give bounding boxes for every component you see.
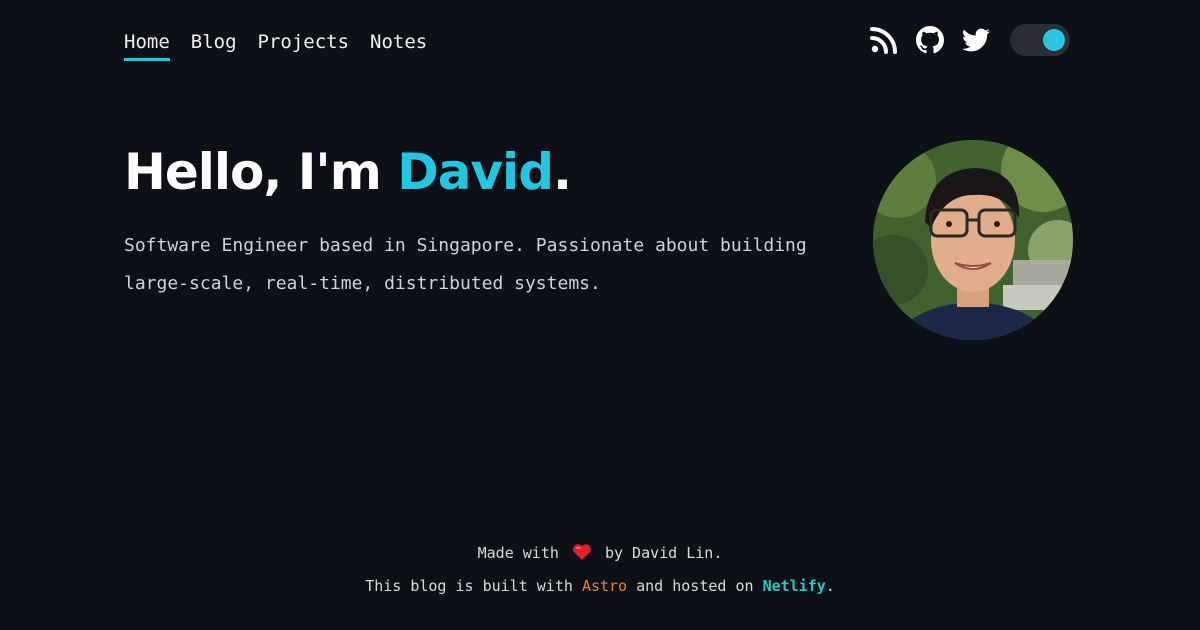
twitter-icon[interactable] [962,26,990,54]
nav-blog[interactable]: Blog [191,28,237,61]
hero-greeting: Hello, I'm [124,143,382,201]
hero-description: Software Engineer based in Singapore. Pa… [124,235,807,294]
hero-name: David [397,143,554,201]
footer-built-with: This blog is built with [365,577,573,595]
nav-home[interactable]: Home [124,28,170,61]
rss-icon[interactable] [870,26,898,54]
footer-line-1: Made with by David Lin. [0,537,1200,570]
footer-hosted-on: and hosted on [636,577,754,595]
main-nav: Home Blog Projects Notes [124,28,427,61]
toggle-knob [1043,29,1065,51]
footer: Made with by David Lin. This blog is bui… [0,537,1200,603]
nav-projects[interactable]: Projects [258,28,350,61]
nav-notes[interactable]: Notes [370,28,427,61]
astro-link[interactable]: Astro [582,577,627,595]
footer-author: by David Lin. [604,544,723,562]
header-actions [870,23,1070,57]
theme-toggle[interactable] [1010,24,1070,56]
github-icon[interactable] [916,26,944,54]
footer-line-2: This blog is built with Astro and hosted… [0,570,1200,603]
footer-period: . [825,577,835,595]
footer-made-with: Made with [477,544,559,562]
netlify-link[interactable]: Netlify [763,577,826,595]
heart-icon [573,544,591,560]
hero-title: Hello, I'm David. [124,138,572,206]
avatar [873,140,1073,340]
hero-punct: . [553,143,572,201]
